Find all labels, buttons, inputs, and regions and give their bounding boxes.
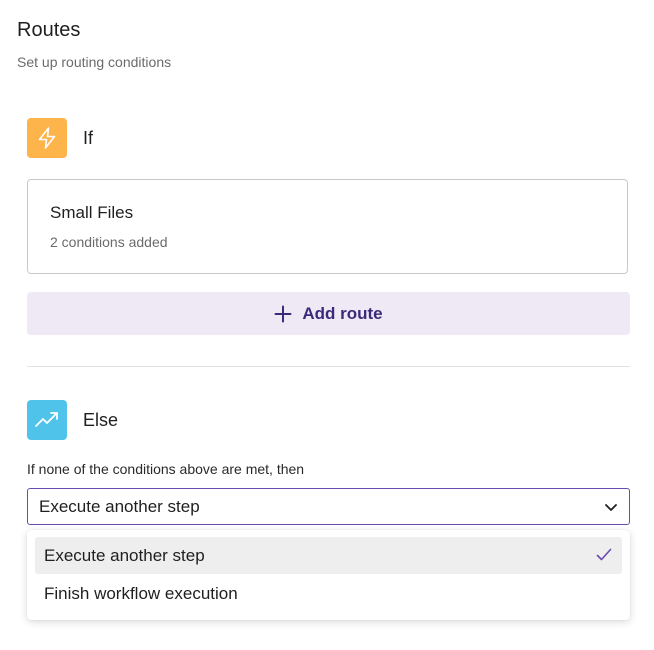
if-label: If xyxy=(83,127,94,148)
if-section-header: If xyxy=(27,118,93,158)
select-dropdown-menu: Execute another step Finish workflow exe… xyxy=(27,530,630,620)
else-action-select[interactable]: Execute another step xyxy=(27,488,630,525)
route-card[interactable]: Small Files 2 conditions added xyxy=(27,179,628,274)
chevron-down-icon xyxy=(603,499,619,515)
check-icon xyxy=(596,548,612,562)
select-value: Execute another step xyxy=(39,496,200,516)
plus-icon xyxy=(274,305,292,323)
else-description: If none of the conditions above are met,… xyxy=(27,461,305,477)
add-route-label: Add route xyxy=(302,303,383,323)
route-name: Small Files xyxy=(50,203,134,222)
option-execute-another-step[interactable]: Execute another step xyxy=(35,537,622,574)
else-label: Else xyxy=(83,409,119,430)
option-label: Execute another step xyxy=(44,545,205,565)
add-route-button[interactable]: Add route xyxy=(27,292,630,335)
option-finish-workflow-execution[interactable]: Finish workflow execution xyxy=(35,575,622,612)
else-section-header: Else xyxy=(27,400,118,440)
trending-up-icon xyxy=(27,400,67,440)
page-title: Routes xyxy=(17,19,81,41)
section-divider xyxy=(27,366,630,367)
lightning-icon xyxy=(27,118,67,158)
option-label: Finish workflow execution xyxy=(44,583,238,603)
routes-panel: Routes Set up routing conditions If Smal… xyxy=(0,0,654,650)
page-subtitle: Set up routing conditions xyxy=(17,54,172,70)
route-conditions-count: 2 conditions added xyxy=(50,234,168,250)
